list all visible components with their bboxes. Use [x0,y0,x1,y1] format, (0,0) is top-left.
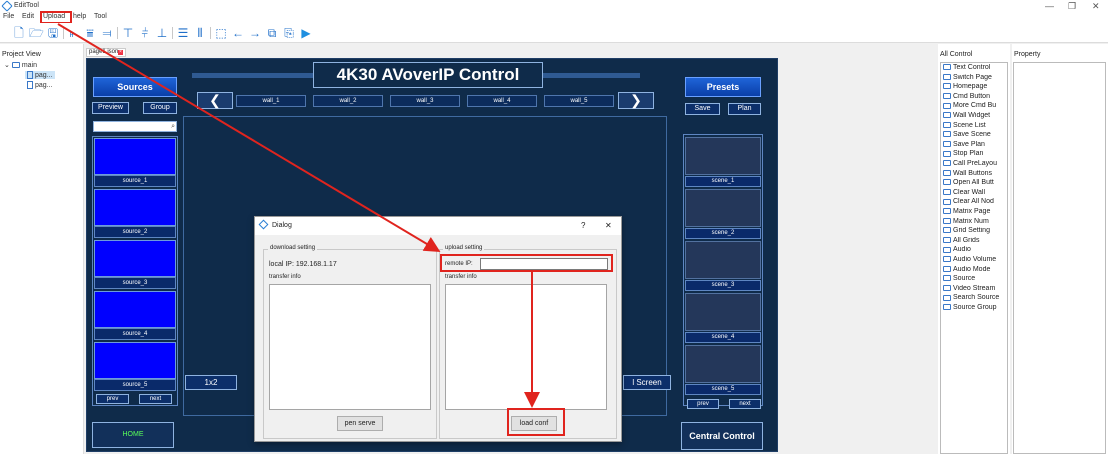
folder-icon [943,227,951,234]
control-list-item[interactable]: Stop Plan [943,150,1007,157]
control-list-label: Source Group [953,304,997,311]
folder-icon [943,304,951,311]
folder-icon [943,83,951,90]
control-list-item[interactable]: Save Plan [943,141,1007,148]
folder-icon [943,102,951,109]
control-list-item[interactable]: All Grids [943,237,1007,244]
control-list-label: Source [953,275,976,283]
control-list-item[interactable]: Save Scene [943,131,1007,138]
control-list-label: Stop Plan [953,150,984,158]
folder-icon [943,64,951,71]
all-control-header: All Control [940,51,973,58]
folder-icon [943,188,951,195]
control-list-item[interactable]: Clear All Nod [943,198,1007,205]
property-header: Property [1014,51,1041,58]
control-list-label: Scene List [953,121,986,129]
control-list-label: Search Source [953,294,1000,302]
control-list-item[interactable]: Audio Volume [943,256,1007,263]
control-list-item[interactable]: Grid Setting [943,227,1007,234]
control-list-item[interactable]: Video Stream [943,285,1007,292]
property-grid [1013,62,1106,454]
folder-icon [943,236,951,243]
control-list-item[interactable]: Text Control [943,64,1007,71]
control-list-item[interactable]: Cmd Button [943,93,1007,100]
folder-icon [943,198,951,205]
control-list-item[interactable]: Wall Widget [943,112,1007,119]
control-list-item[interactable]: Open All Butt [943,179,1007,186]
control-list-label: More Cmd Bu [953,102,997,110]
control-list-item[interactable]: Scene List [943,122,1007,129]
control-list-label: Matrix Num [953,217,989,225]
control-list-label: Clear Wall [953,188,986,196]
control-list-label: Wall Buttons [953,169,993,177]
control-list-item[interactable]: Clear Wall [943,189,1007,196]
folder-icon [943,121,951,128]
control-list-label: Audio Volume [953,256,997,263]
control-list-label: Clear All Nod [953,198,994,206]
control-list-item[interactable]: Audio Mode [943,266,1007,273]
control-list: Text Control Switch Page Homepage Cmd Butto… [940,62,1008,454]
folder-icon [943,246,951,253]
control-list-label: Audio [953,246,971,254]
control-list-label: Video Stream [953,284,996,292]
control-list-label: Cmd Button [953,92,990,100]
control-list-item[interactable]: Source [943,275,1007,282]
control-list-item[interactable]: Switch Page [943,74,1007,81]
control-list-item[interactable]: Call PreLayou [943,160,1007,167]
folder-icon [943,284,951,291]
control-list-item[interactable]: Audio [943,246,1007,253]
folder-icon [943,112,951,119]
control-list-label: Matrix Page [953,208,991,215]
folder-icon [943,208,951,215]
arrow-to-remote-ip [57,23,441,253]
folder-icon [943,140,951,147]
control-list-label: Open All Butt [953,179,994,187]
folder-icon [943,256,951,263]
control-list-label: Call PreLayou [953,160,997,167]
folder-icon [943,73,951,80]
folder-icon [943,131,951,138]
folder-icon [943,169,951,176]
control-list-label: Wall Widget [953,112,991,119]
control-list-label: Text Control [953,64,991,71]
control-list-item[interactable]: Source Group [943,304,1007,311]
control-list-label: All Grids [953,236,980,244]
control-list-item[interactable]: More Cmd Bu [943,102,1007,109]
control-list-label: Audio Mode [953,265,991,273]
folder-icon [943,92,951,99]
control-list-label: Grid Setting [953,227,990,235]
folder-icon [943,275,951,282]
control-list-label: Switch Page [953,73,992,81]
control-list-item[interactable]: Matrix Page [943,208,1007,215]
control-list-label: Save Scene [953,131,991,139]
control-list-label: Save Plan [953,140,985,148]
folder-icon [943,150,951,157]
folder-icon [943,265,951,272]
control-list-item[interactable]: Homepage [943,83,1007,90]
folder-icon [943,179,951,186]
folder-icon [943,160,951,167]
control-list-item[interactable]: Matrix Num [943,218,1007,225]
control-list-item[interactable]: Search Source [943,294,1007,301]
control-list-label: Homepage [953,83,988,91]
folder-icon [943,217,951,224]
control-list-item[interactable]: Wall Buttons [943,170,1007,177]
folder-icon [943,294,951,301]
